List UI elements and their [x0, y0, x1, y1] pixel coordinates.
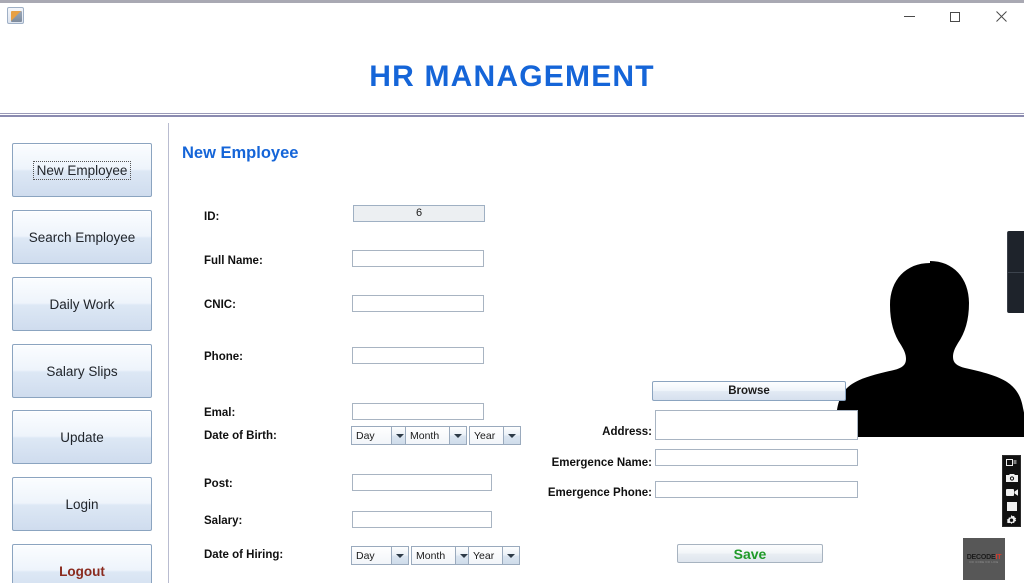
label-cnic: CNIC:	[204, 299, 236, 311]
sidebar-item-search-employee[interactable]: Search Employee	[12, 210, 152, 264]
application-window: HR MANAGEMENT New Employee Search Employ…	[0, 0, 1024, 583]
section-title: New Employee	[182, 144, 299, 162]
watermark-text-dark: DECODE	[966, 553, 996, 561]
save-button-label: Save	[733, 545, 767, 562]
title-bar	[0, 0, 1024, 27]
phone-input[interactable]	[352, 347, 484, 364]
sidebar-item-salary-slips[interactable]: Salary Slips	[12, 344, 152, 398]
minimize-button[interactable]	[886, 3, 932, 30]
browse-button[interactable]: Browse	[652, 381, 846, 401]
video-camera-icon[interactable]	[1005, 486, 1018, 497]
address-input[interactable]	[655, 410, 858, 440]
window-capture-icon[interactable]	[1005, 458, 1018, 469]
gear-icon[interactable]	[1005, 514, 1018, 526]
main-panel: New Employee ID: 6 Full Name: CNIC: Phon…	[168, 119, 1024, 583]
sidebar: New Employee Search Employee Daily Work …	[0, 119, 168, 583]
window-controls	[886, 3, 1024, 30]
post-input[interactable]	[352, 474, 492, 491]
chevron-down-icon[interactable]	[449, 427, 466, 444]
sidebar-item-label: Search Employee	[28, 229, 136, 245]
stop-icon[interactable]	[1005, 501, 1018, 512]
doh-month-value: Month	[412, 547, 455, 564]
header-band: HR MANAGEMENT	[0, 27, 1024, 115]
screen-recorder-edge-tab[interactable]	[1007, 231, 1024, 313]
camera-icon[interactable]	[1005, 472, 1018, 483]
doh-day-select[interactable]: Day	[351, 546, 409, 565]
doh-year-value: Year	[469, 547, 502, 564]
dob-day-value: Day	[352, 427, 391, 444]
header-divider-top	[0, 113, 1024, 114]
salary-input[interactable]	[352, 511, 492, 528]
sidebar-item-label: Daily Work	[49, 296, 115, 312]
maximize-icon	[950, 11, 960, 22]
app-icon-glyph	[11, 11, 22, 22]
doh-month-select[interactable]: Month	[411, 546, 473, 565]
label-emergence-name: Emergence Name:	[551, 457, 652, 469]
sidebar-item-label: Login	[65, 496, 99, 512]
label-address: Address:	[602, 426, 652, 438]
sidebar-item-new-employee[interactable]: New Employee	[12, 143, 152, 197]
label-phone: Phone:	[204, 351, 243, 363]
dob-month-select[interactable]: Month	[405, 426, 467, 445]
chevron-down-icon[interactable]	[391, 547, 408, 564]
sidebar-item-update[interactable]: Update	[12, 410, 152, 464]
save-button[interactable]: Save	[677, 544, 823, 563]
doh-year-select[interactable]: Year	[468, 546, 520, 565]
sidebar-item-logout[interactable]: Logout	[12, 544, 152, 583]
doh-day-value: Day	[352, 547, 391, 564]
sidebar-item-daily-work[interactable]: Daily Work	[12, 277, 152, 331]
id-field: 6	[353, 205, 485, 222]
page-title: HR MANAGEMENT	[369, 60, 655, 93]
emergence-name-input[interactable]	[655, 449, 858, 466]
dob-day-select[interactable]: Day	[351, 426, 409, 445]
sidebar-item-label: Update	[60, 429, 104, 445]
label-id: ID:	[204, 211, 220, 223]
cnic-input[interactable]	[352, 295, 484, 312]
chevron-down-icon[interactable]	[503, 427, 520, 444]
label-full-name: Full Name:	[204, 255, 263, 267]
close-button[interactable]	[978, 3, 1024, 30]
label-date-of-birth: Date of Birth:	[204, 430, 277, 442]
dob-year-value: Year	[470, 427, 503, 444]
maximize-button[interactable]	[932, 3, 978, 30]
label-emergence-phone: Emergence Phone:	[547, 487, 652, 499]
sidebar-item-label: Logout	[59, 563, 105, 579]
dob-month-value: Month	[406, 427, 449, 444]
watermark-text: DECODEIT	[967, 554, 1002, 561]
sidebar-item-label: Salary Slips	[46, 363, 118, 379]
minimize-icon	[903, 16, 915, 17]
email-input[interactable]	[352, 403, 484, 420]
screen-recorder-toolbar	[1002, 455, 1021, 527]
dob-year-select[interactable]: Year	[469, 426, 521, 445]
label-email: Emal:	[204, 407, 236, 419]
sidebar-item-login[interactable]: Login	[12, 477, 152, 531]
app-icon	[7, 7, 24, 24]
label-post: Post:	[204, 478, 233, 490]
header-divider-bottom	[0, 115, 1024, 117]
browse-button-label: Browse	[728, 385, 770, 397]
watermark-subtext: NO CODE NO LIFE	[969, 560, 999, 564]
sidebar-item-label: New Employee	[32, 160, 132, 180]
full-name-input[interactable]	[352, 250, 484, 267]
label-date-of-hiring: Date of Hiring:	[204, 549, 284, 561]
edge-tab-divider	[1008, 272, 1024, 273]
watermark-text-red: IT	[995, 553, 1002, 561]
decodeit-watermark: DECODEIT NO CODE NO LIFE	[963, 538, 1005, 580]
emergence-phone-input[interactable]	[655, 481, 858, 498]
chevron-down-icon[interactable]	[502, 547, 519, 564]
close-icon	[995, 11, 1007, 22]
employee-photo-placeholder[interactable]	[832, 255, 1024, 445]
label-salary: Salary:	[204, 515, 243, 527]
